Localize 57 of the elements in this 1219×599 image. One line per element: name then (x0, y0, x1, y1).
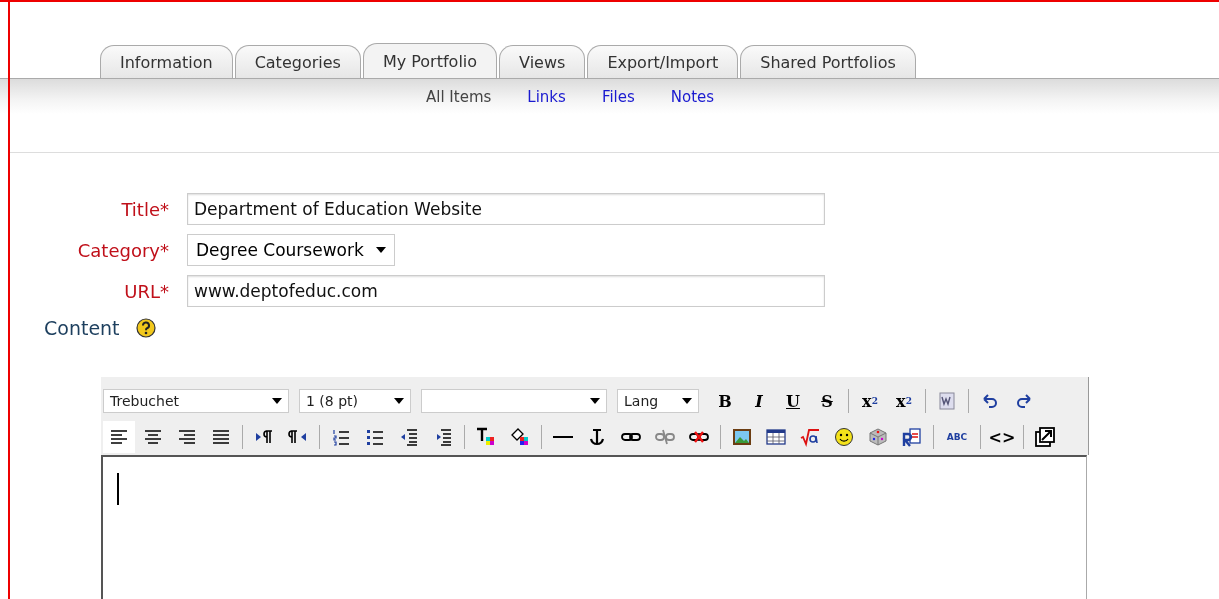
fill-color-icon (510, 427, 530, 447)
toolbar-dropdown[interactable]: Trebuchet (103, 389, 289, 413)
align-right-icon (177, 427, 197, 447)
caret-icon (375, 247, 386, 253)
strikethrough-button[interactable]: S (811, 385, 843, 417)
bold-button[interactable]: B (709, 385, 741, 417)
word-paste-icon (937, 391, 957, 411)
source-button[interactable]: <> (986, 421, 1018, 453)
fullscreen-icon (1035, 427, 1055, 447)
outdent-icon (399, 427, 419, 447)
tab[interactable]: Views (499, 45, 586, 78)
toolbar-dropdown[interactable]: Lang (617, 389, 699, 413)
subnav-link[interactable]: Links (527, 87, 566, 106)
caret-icon (682, 398, 692, 404)
text-cursor (117, 473, 119, 505)
tab[interactable]: Categories (234, 45, 361, 78)
table-icon (766, 427, 786, 447)
find-replace-icon (902, 427, 922, 447)
redo-icon (1014, 391, 1034, 411)
category-dropdown[interactable]: Degree Coursework (187, 234, 395, 266)
toolbar-dropdown[interactable]: 1 (8 pt) (299, 389, 411, 413)
underline-button[interactable]: U (777, 385, 809, 417)
cube-icon (868, 427, 888, 447)
field-label: Title* (120, 198, 170, 220)
tab[interactable]: Information (100, 45, 233, 78)
tab[interactable]: My Portfolio (362, 43, 498, 78)
image-icon (732, 427, 752, 447)
text-color-icon (476, 427, 496, 447)
justify-icon (211, 427, 231, 447)
toolbar-button[interactable] (103, 421, 135, 453)
subnav-link[interactable]: Files (601, 87, 635, 106)
field-label: URL* (123, 280, 170, 302)
content-label: Content (44, 317, 120, 339)
unlink-icon (655, 427, 675, 447)
bullet-list-icon (365, 427, 385, 447)
caret-icon (394, 398, 404, 404)
tab[interactable]: Export/Import (587, 45, 739, 78)
anchor-icon (587, 427, 607, 447)
smiley-icon (834, 427, 854, 447)
align-center-icon (143, 427, 163, 447)
subnav-link[interactable]: Notes (670, 87, 715, 106)
field-label: Category* (76, 239, 170, 261)
help-icon[interactable] (135, 318, 156, 338)
align-left-icon (109, 427, 129, 447)
caret-icon (590, 398, 600, 404)
caret-icon (272, 398, 282, 404)
superscript-button[interactable]: x$^{2}$ (888, 385, 920, 417)
italic-button[interactable]: I (743, 385, 775, 417)
tab[interactable]: Shared Portfolios (740, 45, 916, 78)
text-field[interactable]: www.deptofeduc.com (187, 275, 825, 307)
subnav-link[interactable]: All Items (426, 87, 492, 106)
undo-icon (980, 391, 1000, 411)
numbered-list-icon (331, 427, 351, 447)
horizontal-rule-icon (553, 436, 573, 438)
math-icon (800, 427, 820, 447)
spellcheck-button[interactable]: ABC (939, 421, 975, 453)
text-field[interactable]: Department of Education Website (187, 193, 825, 225)
